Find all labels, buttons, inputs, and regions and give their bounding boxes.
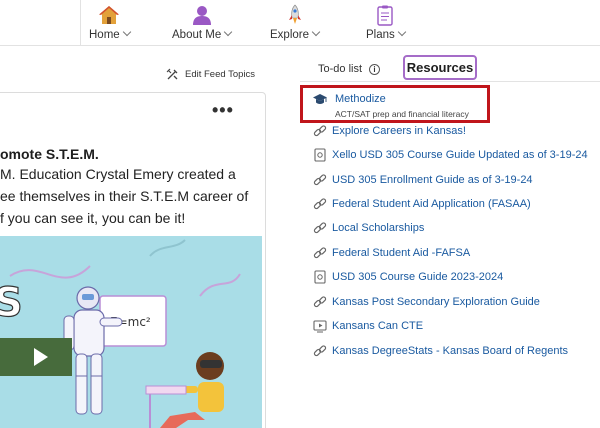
tab-resources[interactable]: Resources <box>403 55 477 80</box>
top-navigation: Home About Me Explore Plans <box>0 0 600 46</box>
nav-about-me[interactable]: About Me <box>172 4 233 41</box>
info-icon[interactable]: i <box>369 63 381 75</box>
post-text-line: f you can see it, you can be it! <box>0 210 186 226</box>
video-icon <box>313 320 327 333</box>
nav-plans[interactable]: Plans <box>366 4 407 41</box>
resource-label: Xello USD 305 Course Guide Updated as of… <box>332 149 588 161</box>
nav-home-label: Home <box>89 29 120 41</box>
link-icon <box>313 174 327 186</box>
resource-item[interactable]: Xello USD 305 Course Guide Updated as of… <box>313 148 588 162</box>
home-icon <box>99 6 120 24</box>
video-play-button[interactable] <box>0 338 72 376</box>
link-icon <box>313 247 327 259</box>
chevron-down-icon <box>397 27 407 37</box>
resource-label: Local Scholarships <box>332 222 425 234</box>
post-text-line: M. Education Crystal Emery created a <box>0 166 236 182</box>
link-icon <box>313 125 327 137</box>
resource-label: Kansans Can CTE <box>332 320 424 332</box>
resource-item[interactable]: Local Scholarships <box>313 221 424 235</box>
post-title: omote S.T.E.M. <box>0 146 99 162</box>
resource-item[interactable]: USD 305 Course Guide 2023-2024 <box>313 270 503 284</box>
edit-feed-topics-button[interactable]: Edit Feed Topics <box>166 68 255 81</box>
nav-about-me-label: About Me <box>172 29 222 41</box>
link-icon <box>313 198 327 210</box>
resource-label: Explore Careers in Kansas! <box>332 125 466 137</box>
chevron-down-icon <box>311 27 321 37</box>
person-icon <box>192 6 211 25</box>
nav-plans-label: Plans <box>366 29 395 41</box>
post-more-options-button[interactable]: ••• <box>212 100 234 121</box>
nav-divider <box>80 0 81 46</box>
rocket-icon <box>288 4 301 24</box>
resource-item[interactable]: Kansas DegreeStats - Kansas Board of Reg… <box>313 344 568 358</box>
link-icon <box>313 345 327 357</box>
resource-item[interactable]: Kansans Can CTE <box>313 319 423 333</box>
link-icon <box>313 296 327 308</box>
nav-explore-label: Explore <box>270 29 309 41</box>
resource-label: Federal Student Aid Application (FASAA) <box>332 198 531 210</box>
resource-item[interactable]: Kansas Post Secondary Exploration Guide <box>313 295 540 309</box>
nav-home[interactable]: Home <box>89 4 131 41</box>
resource-label: USD 305 Enrollment Guide as of 3-19-24 <box>332 174 533 186</box>
chevron-down-icon <box>223 27 233 37</box>
highlight-annotation-box <box>300 85 490 123</box>
clipboard-icon <box>377 5 394 26</box>
play-icon <box>34 348 48 366</box>
link-icon <box>313 222 327 234</box>
svg-text:S: S <box>0 280 23 326</box>
resource-label: Kansas Post Secondary Exploration Guide <box>332 296 540 308</box>
edit-tools-icon <box>166 68 178 80</box>
resource-item[interactable]: Explore Careers in Kansas! <box>313 124 466 138</box>
resource-item[interactable]: Federal Student Aid -FAFSA <box>313 246 470 260</box>
tab-todo-list[interactable]: To-do list i <box>318 63 381 75</box>
resource-item[interactable]: USD 305 Enrollment Guide as of 3-19-24 <box>313 173 533 187</box>
document-icon <box>314 148 326 162</box>
resource-label: Federal Student Aid -FAFSA <box>332 247 471 259</box>
nav-explore[interactable]: Explore <box>270 4 321 41</box>
tab-todo-label: To-do list <box>318 63 363 75</box>
post-video-thumbnail[interactable]: E=mc² S TE <box>0 236 262 428</box>
post-text-line: ee themselves in their S.T.E.M career of <box>0 188 249 204</box>
edit-feed-topics-label: Edit Feed Topics <box>185 69 256 80</box>
resource-label: Kansas DegreeStats - Kansas Board of Reg… <box>332 345 569 357</box>
resource-label: USD 305 Course Guide 2023-2024 <box>332 271 504 283</box>
chevron-down-icon <box>122 27 131 37</box>
resource-item[interactable]: Federal Student Aid Application (FASAA) <box>313 197 531 211</box>
document-icon <box>314 270 326 284</box>
stem-illustration: E=mc² S TE <box>0 239 241 428</box>
